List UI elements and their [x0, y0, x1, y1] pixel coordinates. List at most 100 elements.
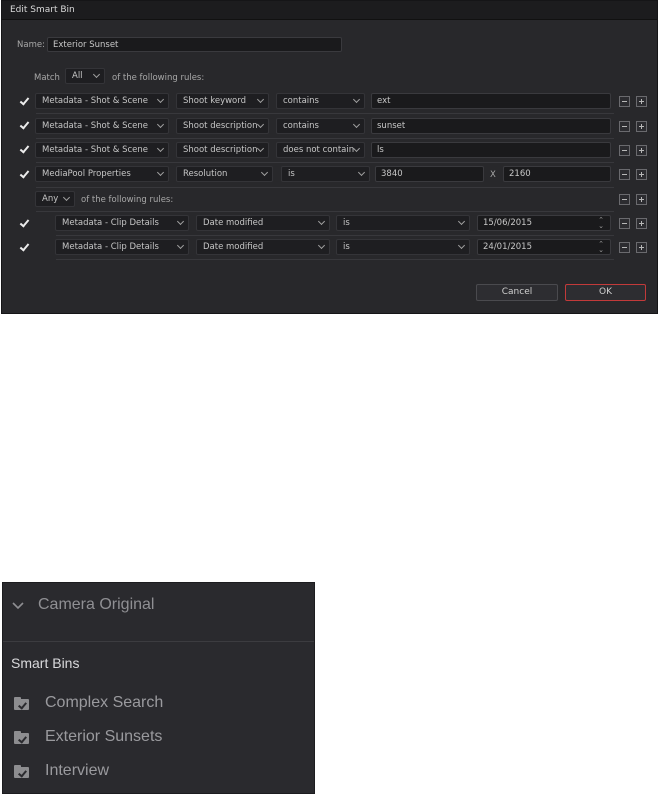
subrule-1-checkbox[interactable] [19, 218, 30, 229]
subgroup-match-value: Any [42, 194, 59, 204]
rule-1-operator: contains [283, 96, 319, 106]
chevron-down-icon [256, 144, 265, 153]
rule-4-width-input[interactable]: 3840 [375, 166, 484, 182]
subrule-1-field: Date modified [203, 218, 264, 228]
rule-1-operator-select[interactable]: contains [276, 93, 365, 109]
rule-3-checkbox[interactable] [19, 144, 30, 155]
remove-rule-icon[interactable] [619, 218, 630, 229]
add-rule-icon[interactable] [636, 96, 647, 107]
chevron-down-icon [156, 168, 165, 177]
smart-bin-icon [14, 731, 29, 744]
add-rule-icon[interactable] [636, 169, 647, 180]
chevron-down-icon [256, 120, 265, 129]
divider [56, 259, 614, 260]
remove-rule-icon[interactable] [619, 121, 630, 132]
remove-rule-icon[interactable] [619, 145, 630, 156]
divider [56, 235, 614, 236]
rule-3-field: Shoot description [183, 145, 258, 155]
rule-1-category-select[interactable]: Metadata - Shot & Scene [35, 93, 169, 109]
subrule-1-date-input[interactable]: 15/06/2015 ⌃ ⌄ [477, 215, 611, 231]
match-suffix: of the following rules: [112, 73, 205, 83]
rule-2-value-input[interactable]: sunset [371, 118, 611, 134]
match-select[interactable]: All [65, 68, 105, 84]
subrule-1-category-select[interactable]: Metadata - Clip Details [55, 215, 189, 231]
chevron-down-icon [176, 241, 185, 250]
rule-1-checkbox[interactable] [19, 96, 30, 107]
subrule-2-date-input[interactable]: 24/01/2015 ⌃ ⌄ [477, 239, 611, 255]
rule-2-operator-select[interactable]: contains [276, 118, 365, 134]
remove-rule-icon[interactable] [619, 242, 630, 253]
rule-3-operator: does not contain [283, 145, 355, 155]
rule-4-field-select[interactable]: Resolution [176, 166, 273, 182]
rule-4-height-input[interactable]: 2160 [503, 166, 611, 182]
rule-2-category: Metadata - Shot & Scene [42, 121, 148, 131]
subrule-2-date: 24/01/2015 [483, 242, 532, 252]
rule-1-value-input[interactable]: ext [371, 93, 611, 109]
chevron-down-icon [92, 70, 101, 79]
divider [36, 187, 614, 188]
chevron-down-icon[interactable] [12, 601, 24, 611]
smart-bins-heading: Smart Bins [11, 655, 80, 671]
remove-rule-icon[interactable] [619, 194, 630, 205]
smart-bin-interview[interactable]: Interview [45, 762, 109, 780]
rule-1-field: Shoot keyword [183, 96, 246, 106]
rule-3-field-select[interactable]: Shoot description [176, 142, 269, 158]
rule-2-checkbox[interactable] [19, 120, 30, 131]
rule-2-category-select[interactable]: Metadata - Shot & Scene [35, 118, 169, 134]
smart-bin-exterior-sunsets[interactable]: Exterior Sunsets [45, 728, 162, 746]
camera-original-bin[interactable]: Camera Original [38, 596, 154, 614]
chevron-down-icon [457, 217, 466, 226]
ok-button[interactable]: OK [565, 284, 646, 301]
updown-arrows-icon[interactable]: ⌃ ⌄ [598, 241, 604, 254]
add-rule-icon[interactable] [636, 242, 647, 253]
chevron-down-icon [62, 193, 71, 202]
panel-divider [3, 641, 314, 642]
subrule-2-category: Metadata - Clip Details [62, 242, 159, 252]
rule-1-category: Metadata - Shot & Scene [42, 96, 148, 106]
resolution-x-label: X [490, 170, 496, 180]
subrule-2-field-select[interactable]: Date modified [196, 239, 330, 255]
chevron-down-icon [352, 120, 361, 129]
rule-3-operator-select[interactable]: does not contain [276, 142, 365, 158]
rule-4-category: MediaPool Properties [42, 169, 131, 179]
smart-bin-complex-search[interactable]: Complex Search [45, 694, 163, 712]
chevron-down-icon [176, 217, 185, 226]
chevron-down-icon [317, 217, 326, 226]
divider [36, 162, 614, 163]
rule-3-category-select[interactable]: Metadata - Shot & Scene [35, 142, 169, 158]
subrule-1-field-select[interactable]: Date modified [196, 215, 330, 231]
rule-3-value-input[interactable]: ls [371, 142, 611, 158]
add-rule-icon[interactable] [636, 145, 647, 156]
rule-3-category: Metadata - Shot & Scene [42, 145, 148, 155]
chevron-down-icon [156, 144, 165, 153]
dialog-titlebar: Edit Smart Bin [2, 1, 657, 20]
chevron-down-icon [260, 168, 269, 177]
subgroup-match-suffix: of the following rules: [81, 195, 174, 205]
subrule-2-field: Date modified [203, 242, 264, 252]
subrule-1-operator-select[interactable]: is [336, 215, 470, 231]
smart-bin-icon [14, 697, 29, 710]
remove-rule-icon[interactable] [619, 96, 630, 107]
chevron-down-icon [317, 241, 326, 250]
subrule-2-checkbox[interactable] [19, 242, 30, 253]
add-rule-icon[interactable] [636, 121, 647, 132]
add-rule-icon[interactable] [636, 218, 647, 229]
updown-arrows-icon[interactable]: ⌃ ⌄ [598, 217, 604, 230]
add-rule-icon[interactable] [636, 194, 647, 205]
rule-1-field-select[interactable]: Shoot keyword [176, 93, 269, 109]
rule-4-checkbox[interactable] [19, 169, 30, 180]
remove-rule-icon[interactable] [619, 169, 630, 180]
smart-bin-icon [14, 765, 29, 778]
divider [36, 211, 614, 212]
subrule-2-operator-select[interactable]: is [336, 239, 470, 255]
subrule-2-category-select[interactable]: Metadata - Clip Details [55, 239, 189, 255]
name-label: Name: [17, 40, 45, 50]
cancel-button[interactable]: Cancel [476, 284, 558, 301]
rule-2-field: Shoot description [183, 121, 258, 131]
subgroup-match-select[interactable]: Any [35, 191, 75, 207]
name-input[interactable]: Exterior Sunset [47, 37, 342, 52]
rule-4-operator-select[interactable]: is [281, 166, 370, 182]
rule-2-field-select[interactable]: Shoot description [176, 118, 269, 134]
rule-4-category-select[interactable]: MediaPool Properties [35, 166, 169, 182]
chevron-down-icon [256, 95, 265, 104]
